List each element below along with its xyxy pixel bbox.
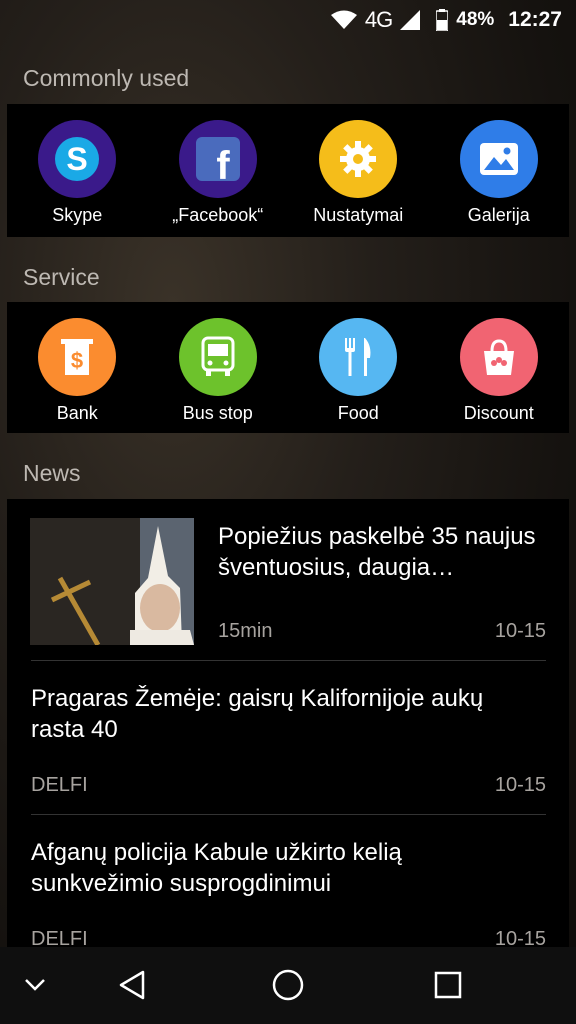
app-bus-stop[interactable]: Bus stop	[148, 318, 289, 424]
news-meta-1: 15min 10-15	[218, 620, 546, 643]
wifi-icon	[330, 10, 357, 30]
app-facebook[interactable]: f „Facebook“	[148, 120, 289, 226]
bus-icon	[178, 318, 257, 396]
app-label-skype: Skype	[52, 205, 103, 225]
svg-text:S: S	[67, 141, 88, 177]
news-source: DELFI	[31, 928, 88, 947]
section-title-service: Service	[23, 264, 100, 290]
bank-icon: $	[38, 318, 117, 396]
app-gallery[interactable]: Galerija	[429, 120, 570, 226]
news-source: DELFI	[31, 774, 88, 796]
signal-icon	[400, 10, 421, 30]
gear-icon	[319, 120, 398, 198]
section-title-news: News	[23, 460, 81, 486]
app-label-food: Food	[337, 403, 379, 423]
app-settings[interactable]: Nustatymai	[288, 120, 429, 226]
news-title-2: Pragaras Žemėje: gaisrų Kalifornijoje au…	[31, 685, 484, 743]
home-icon[interactable]	[268, 967, 308, 1003]
battery-percent: 48%	[456, 9, 495, 30]
app-discount[interactable]: Discount	[429, 318, 570, 424]
recents-icon[interactable]	[428, 967, 468, 1003]
app-label-discount: Discount	[463, 403, 534, 423]
news-date: 10-15	[494, 928, 546, 947]
skype-icon: S	[38, 120, 117, 198]
service-panel: $ Bank Bus stop Food Discount	[7, 302, 569, 433]
gallery-icon	[459, 120, 538, 198]
app-food[interactable]: Food	[288, 318, 429, 424]
app-label-gallery: Galerija	[467, 205, 530, 225]
news-item-1[interactable]: Popiežius paskelbė 35 naujus šventuosius…	[7, 499, 569, 660]
news-date: 10-15	[494, 774, 546, 796]
app-label-bus-stop: Bus stop	[182, 403, 253, 423]
svg-text:f: f	[216, 144, 230, 183]
app-label-settings: Nustatymai	[313, 205, 404, 225]
battery-icon	[436, 9, 449, 31]
facebook-icon: f	[178, 120, 257, 198]
app-label-facebook: „Facebook“	[172, 205, 264, 225]
news-title-3: Afganų policija Kabule užkirto kelią sun…	[31, 839, 402, 897]
cutlery-icon	[319, 318, 398, 396]
status-bar: 4G 48% 12:27	[0, 0, 576, 40]
network-type: 4G	[364, 7, 393, 32]
app-skype[interactable]: S Skype	[7, 120, 148, 226]
navigation-bar	[0, 947, 576, 1024]
clock: 12:27	[508, 8, 562, 31]
news-item-2[interactable]: Pragaras Žemėje: gaisrų Kalifornijoje au…	[7, 661, 569, 814]
news-date: 10-15	[494, 620, 546, 642]
commonly-used-panel: S Skype f „Facebook“ Nustatymai Galerija	[7, 104, 569, 237]
shopping-bag-icon	[459, 318, 538, 396]
back-icon[interactable]	[112, 967, 152, 1003]
news-meta-3: DELFI 10-15	[31, 928, 546, 947]
app-bank[interactable]: $ Bank	[7, 318, 148, 424]
svg-text:$: $	[71, 348, 83, 373]
news-panel: Popiežius paskelbė 35 naujus šventuosius…	[7, 499, 569, 947]
news-item-3[interactable]: Afganų policija Kabule užkirto kelią sun…	[7, 815, 569, 947]
news-thumbnail	[30, 518, 194, 645]
section-title-commonly-used: Commonly used	[23, 65, 190, 91]
news-source: 15min	[218, 620, 273, 642]
news-title-1: Popiežius paskelbė 35 naujus šventuosius…	[218, 523, 536, 581]
collapse-chevron-icon[interactable]	[18, 973, 52, 997]
news-meta-2: DELFI 10-15	[31, 774, 546, 797]
app-label-bank: Bank	[56, 403, 98, 423]
